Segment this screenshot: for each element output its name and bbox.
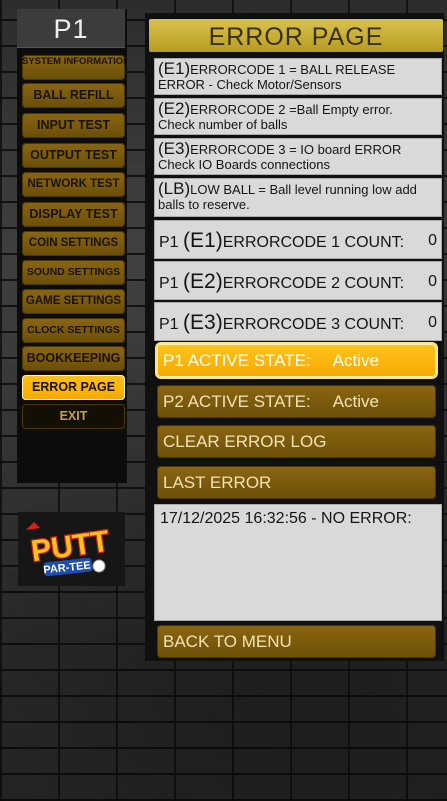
clear-error-log-button[interactable]: CLEAR ERROR LOG <box>157 425 436 458</box>
count-prefix: P1 <box>159 316 179 333</box>
count-value: 0 <box>428 273 437 290</box>
count-value: 0 <box>428 314 437 331</box>
last-error-log: 17/12/2025 16:32:56 - NO ERROR: <box>154 504 442 621</box>
back-to-menu-button[interactable]: BACK TO MENU <box>157 625 436 658</box>
menu-exit[interactable]: EXIT <box>22 404 125 429</box>
error-title: ERRORCODE 2 =Ball Empty error. <box>190 102 393 117</box>
error-title: ERRORCODE 1 = BALL RELEASE <box>190 62 396 77</box>
count-value: 0 <box>428 232 437 249</box>
count-code: (E3) <box>183 311 223 334</box>
count-label: ERRORCODE 2 COUNT: <box>222 275 405 292</box>
error-desc: Check IO Boards connections <box>158 157 330 172</box>
error-code: (LB) <box>158 179 191 198</box>
menu-output-test[interactable]: OUTPUT TEST <box>22 143 125 168</box>
error-info-e2: (E2)ERRORCODE 2 =Ball Empty error. Check… <box>154 98 442 135</box>
error-desc: balls to reserve. <box>158 197 250 212</box>
menu-bookkeeping[interactable]: BOOKKEEPING <box>22 346 125 371</box>
p1-active-state-button[interactable]: P1 ACTIVE STATE: Active <box>157 344 436 377</box>
menu-error-page[interactable]: ERROR PAGE <box>22 375 125 400</box>
menu-game-settings[interactable]: GAME SETTINGS <box>22 289 125 314</box>
menu-system-information[interactable]: SYSTEM INFORMATION <box>22 55 125 80</box>
count-label: ERRORCODE 1 COUNT: <box>222 234 405 251</box>
error-info-lb: (LB)LOW BALL = Ball level running low ad… <box>154 178 442 217</box>
p2-active-state-button[interactable]: P2 ACTIVE STATE: Active <box>157 385 436 418</box>
count-prefix: P1 <box>159 234 179 251</box>
state-value: Active <box>332 392 379 411</box>
error-code: (E2) <box>158 99 191 118</box>
error-title: ERRORCODE 3 = IO board ERROR <box>190 142 402 157</box>
error-code: (E1) <box>158 59 191 78</box>
count-row-e1: P1 (E1)ERRORCODE 1 COUNT: 0 <box>154 220 442 259</box>
count-label: ERRORCODE 3 COUNT: <box>222 316 405 333</box>
count-code: (E1) <box>183 229 223 252</box>
menu-network-test[interactable]: NETWORK TEST <box>22 172 125 197</box>
error-desc: Check number of balls <box>158 117 288 132</box>
count-prefix: P1 <box>159 275 179 292</box>
state-label: P2 ACTIVE STATE: <box>163 392 311 411</box>
error-desc: ERROR - Check Motor/Sensors <box>158 77 342 92</box>
count-row-e3: P1 (E3)ERRORCODE 3 COUNT: 0 <box>154 302 442 341</box>
last-error-button[interactable]: LAST ERROR <box>157 466 436 499</box>
error-info-e3: (E3)ERRORCODE 3 = IO board ERROR Check I… <box>154 138 442 175</box>
menu-coin-settings[interactable]: COIN SETTINGS <box>22 231 125 256</box>
log-entry: 17/12/2025 16:32:56 - NO ERROR: <box>160 510 412 527</box>
error-info-e1: (E1)ERRORCODE 1 = BALL RELEASE ERROR - C… <box>154 58 442 95</box>
menu-clock-settings[interactable]: CLOCK SETTINGS <box>22 318 125 343</box>
page-title: ERROR PAGE <box>149 19 443 52</box>
menu-display-test[interactable]: DISPLAY TEST <box>22 202 125 227</box>
menu-ball-refill[interactable]: BALL REFILL <box>22 83 125 108</box>
player-badge: P1 <box>17 9 125 48</box>
error-title: LOW BALL = Ball level running low add <box>190 182 417 197</box>
state-label: P1 ACTIVE STATE: <box>163 351 311 370</box>
state-value: Active <box>332 351 379 370</box>
error-code: (E3) <box>158 139 191 158</box>
count-row-e2: P1 (E2)ERRORCODE 2 COUNT: 0 <box>154 261 442 300</box>
menu-input-test[interactable]: INPUT TEST <box>22 113 125 138</box>
putt-par-tee-logo: PUTT PAR-TEE <box>18 512 125 586</box>
count-code: (E2) <box>183 270 223 293</box>
menu-sound-settings[interactable]: SOUND SETTINGS <box>22 260 125 285</box>
